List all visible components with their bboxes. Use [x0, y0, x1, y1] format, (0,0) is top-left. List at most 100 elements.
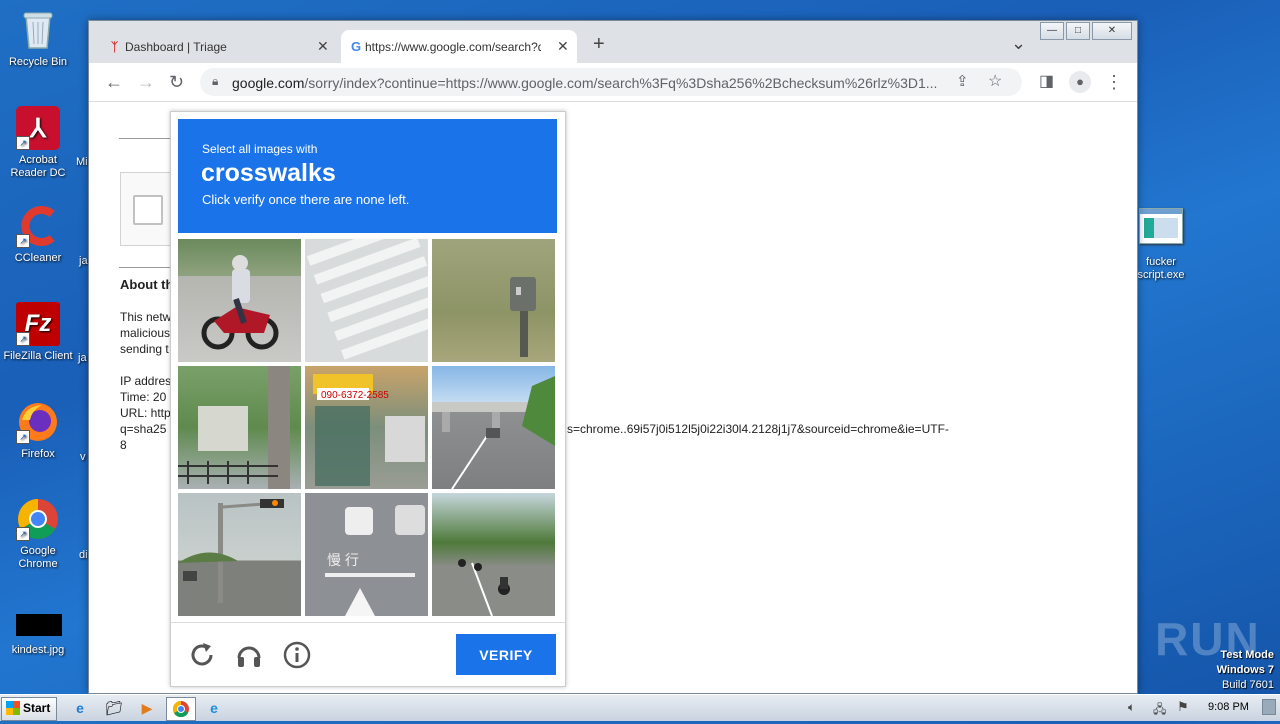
desktop-icon-label: kindest.jpg	[11, 644, 65, 656]
desktop-icon-label: Firefox	[21, 448, 55, 460]
verify-button[interactable]: VERIFY	[456, 634, 556, 675]
tab-title: Dashboard | Triage	[125, 40, 227, 54]
captcha-tile[interactable]	[432, 239, 555, 362]
svg-text:慢 行: 慢 行	[327, 552, 359, 568]
shortcut-arrow-icon: ↗	[16, 430, 30, 444]
reload-challenge-icon[interactable]	[187, 640, 217, 670]
tab-close-icon[interactable]: ✕	[557, 38, 569, 55]
volume-icon[interactable]: 🔈︎	[1128, 700, 1135, 715]
exe-file-icon	[1139, 208, 1183, 252]
image-file-icon	[16, 614, 62, 640]
profile-avatar-icon[interactable]: ●	[1069, 71, 1091, 93]
network-icon[interactable]: 🖧︎	[1153, 700, 1166, 721]
captcha-tile[interactable]	[178, 493, 301, 616]
os-info: Test Mode Windows 7 Build 7601	[1217, 648, 1274, 693]
forward-icon[interactable]: →	[137, 72, 155, 92]
chrome-taskbar-icon[interactable]	[166, 697, 196, 721]
tab-title: https://www.google.com/search?q=	[365, 40, 541, 54]
page-info-line: Time: 20	[120, 390, 167, 404]
menu-kebab-icon[interactable]: ⋮	[1105, 72, 1123, 92]
google-favicon-icon: G	[351, 39, 362, 54]
desktop-icon-label: CCleaner	[14, 252, 62, 264]
address-bar[interactable]: 🔒︎ google.com/sorry/index?continue=https…	[200, 68, 1022, 96]
recaptcha-checkbox[interactable]	[133, 195, 163, 225]
explorer-taskbar-icon[interactable]: 📁︎	[100, 697, 128, 719]
page-paragraph-line: malicious	[120, 326, 171, 340]
desktop-icon-label-partial: ja	[79, 255, 88, 267]
captcha-target-word: crosswalks	[201, 159, 336, 187]
taskbar: Start e 📁︎ ▶ e 🔈︎ 🖧︎ ⚑ 9:08 PM	[0, 694, 1280, 721]
ccleaner-icon: ↗	[16, 204, 60, 248]
reload-icon[interactable]: ↻	[169, 72, 184, 92]
share-icon[interactable]: ⇪	[956, 72, 969, 90]
page-paragraph-line: This netw	[120, 310, 172, 324]
acrobat-icon: ⅄ ↗	[16, 106, 60, 150]
desktop-icon-label-partial: ja	[78, 352, 87, 364]
captcha-tile[interactable]	[178, 239, 301, 362]
captcha-challenge: Select all images with crosswalks Click …	[170, 111, 566, 687]
minimize-button[interactable]: —	[1040, 22, 1064, 40]
filezilla-icon: Fz ↗	[16, 302, 60, 346]
url-path: /sorry/index?continue=https://www.google…	[304, 75, 938, 91]
windows-logo-icon	[6, 701, 20, 715]
tab-triage[interactable]: ᛉ Dashboard | Triage ✕	[101, 30, 337, 63]
desktop-icon-label: fucker script.exe	[1137, 256, 1185, 281]
captcha-image-grid: 090-6372-2585 慢 行	[178, 239, 556, 617]
captcha-tile[interactable]	[432, 493, 555, 616]
shortcut-arrow-icon: ↗	[16, 234, 30, 248]
info-icon[interactable]	[282, 640, 312, 670]
shortcut-arrow-icon: ↗	[16, 136, 30, 150]
start-button[interactable]: Start	[1, 697, 57, 721]
recycle-bin-icon	[16, 8, 60, 52]
tab-search-chevron-icon[interactable]: ⌄	[1011, 33, 1026, 54]
tab-close-icon[interactable]: ✕	[317, 38, 329, 55]
desktop-icon-label: Recycle Bin	[8, 56, 68, 68]
desktop-icon-recycle-bin[interactable]: Recycle Bin	[0, 8, 76, 69]
action-center-flag-icon[interactable]: ⚑	[1177, 699, 1189, 715]
svg-text:090-6372-2585: 090-6372-2585	[321, 390, 389, 401]
desktop-icon-label-partial: di	[79, 549, 88, 561]
captcha-footer: VERIFY	[171, 622, 565, 687]
side-panel-icon[interactable]: ◨	[1039, 72, 1054, 92]
captcha-tile[interactable]	[305, 239, 428, 362]
page-url-tail: 8	[120, 438, 127, 452]
desktop-icon-kindest[interactable]: kindest.jpg	[0, 614, 76, 657]
media-player-taskbar-icon[interactable]: ▶	[133, 697, 161, 719]
new-tab-button[interactable]: +	[593, 33, 605, 56]
page-url-tail: s=chrome..69i57j0i512l5j0i22i30l4.2128j1…	[567, 422, 949, 436]
browser-toolbar: ← → ↻ 🔒︎ google.com/sorry/index?continue…	[89, 63, 1137, 102]
desktop-icon-label-partial: Mi	[76, 156, 88, 168]
tab-strip: ᛉ Dashboard | Triage ✕ G https://www.goo…	[89, 21, 1137, 63]
os-info-line: Build 7601	[1222, 679, 1274, 691]
tab-google-search[interactable]: G https://www.google.com/search?q= ✕	[341, 30, 577, 63]
captcha-tile[interactable]: 090-6372-2585	[305, 366, 428, 489]
page-info-line: q=sha25	[120, 422, 167, 436]
url-host: google.com	[232, 75, 305, 91]
page-info-line: URL: http	[120, 406, 171, 420]
clock[interactable]: 9:08 PM	[1208, 701, 1249, 713]
ie-taskbar-icon[interactable]: e	[66, 697, 94, 719]
shortcut-arrow-icon: ↗	[16, 527, 30, 541]
os-info-line: Test Mode	[1220, 649, 1274, 661]
close-window-button[interactable]: ✕	[1092, 22, 1132, 40]
desktop-icon-chrome[interactable]: ↗ Google Chrome	[0, 497, 76, 571]
page-paragraph-line: sending t	[120, 342, 169, 356]
lock-icon: 🔒︎	[212, 74, 219, 88]
desktop-icon-ccleaner[interactable]: ↗ CCleaner	[0, 204, 76, 265]
bookmark-star-icon[interactable]: ☆	[988, 71, 1002, 91]
captcha-tile[interactable]	[178, 366, 301, 489]
desktop-icon-firefox[interactable]: ↗ Firefox	[0, 400, 76, 461]
desktop-icon-label: Google Chrome	[18, 545, 58, 570]
audio-challenge-icon[interactable]	[234, 640, 264, 670]
desktop-icon-filezilla[interactable]: Fz ↗ FileZilla Client	[0, 302, 76, 363]
captcha-tile[interactable]: 慢 行	[305, 493, 428, 616]
edge-taskbar-icon[interactable]: e	[200, 697, 228, 719]
start-label: Start	[23, 701, 51, 715]
triage-favicon-icon: ᛉ	[111, 40, 119, 54]
captcha-header: Select all images with crosswalks Click …	[178, 119, 557, 233]
show-desktop-button[interactable]	[1262, 699, 1276, 715]
back-icon[interactable]: ←	[105, 72, 123, 92]
maximize-button[interactable]: □	[1066, 22, 1090, 40]
desktop-icon-acrobat[interactable]: ⅄ ↗ Acrobat Reader DC	[0, 106, 76, 180]
captcha-tile[interactable]	[432, 366, 555, 489]
